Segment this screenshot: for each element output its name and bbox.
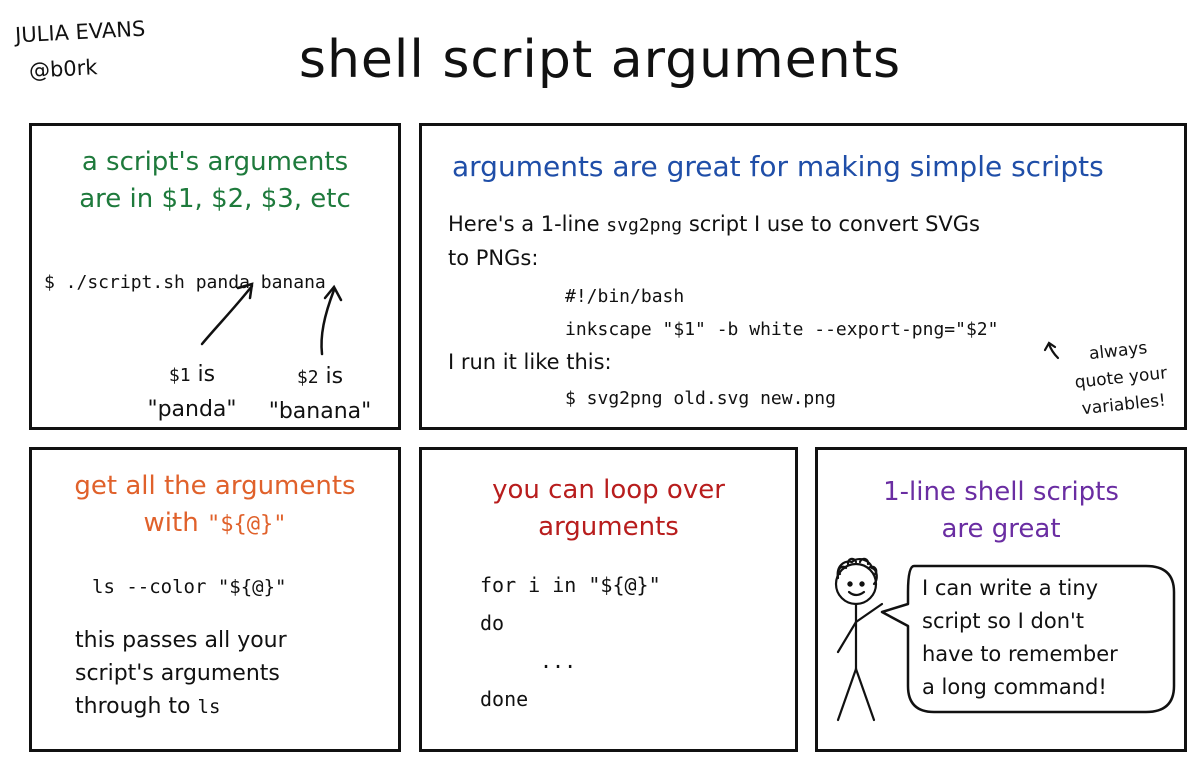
bubble-line-2: script so I don't <box>922 609 1085 633</box>
text-line-3-code: ls <box>197 696 221 718</box>
arrow-to-banana <box>320 288 336 356</box>
heading-line-1: 1-line shell scripts <box>883 477 1119 507</box>
run-command: $ svg2png old.svg new.png <box>565 388 836 409</box>
panel-positional-args: a script's arguments are in $1, $2, $3, … <box>29 123 401 430</box>
loop-code: for i in "${@}" do ... done <box>480 566 661 718</box>
panel-one-line-scripts: 1-line shell scripts are great I can wri… <box>815 447 1187 752</box>
bubble-line-3: have to remember <box>922 642 1118 666</box>
heading-line-1: get all the arguments <box>74 471 356 501</box>
intro-text: Here's a 1-line svg2png script I use to … <box>448 208 980 274</box>
var-one: $1 <box>168 365 191 386</box>
quote-variables-note: always quote your variables! <box>1050 331 1192 426</box>
heading-code: "${@}" <box>206 512 287 537</box>
run-text: I run it like this: <box>448 350 612 374</box>
value-panda: "panda" <box>147 397 237 422</box>
value-banana: "banana" <box>268 399 372 424</box>
var-two: $2 <box>296 367 319 388</box>
explanation-text: this passes all your script's arguments … <box>75 624 287 724</box>
script-code: #!/bin/bash inkscape "$1" -b white --exp… <box>565 280 998 346</box>
heading-line-2: are great <box>941 514 1061 544</box>
loop-line-2: do <box>480 611 505 635</box>
panel-heading: arguments are great for making simple sc… <box>452 150 1104 183</box>
panel-loop-arguments: you can loop over arguments for i in "${… <box>419 447 798 752</box>
label-dollar-one: $1 is "panda" <box>130 358 254 427</box>
panel-all-arguments: get all the arguments with "${@}" ls --c… <box>29 447 401 752</box>
panel-heading: 1-line shell scripts are great <box>818 474 1184 548</box>
label-dollar-two: $2 is "banana" <box>254 360 386 429</box>
bubble-line-1: I can write a tiny <box>922 576 1099 600</box>
loop-line-1: for i in "${@}" <box>480 573 661 597</box>
bubble-line-4: a long command! <box>922 675 1107 699</box>
is-word: is <box>197 362 216 387</box>
intro-part-b: script I use to convert SVGs <box>688 212 980 236</box>
text-line-2: script's arguments <box>75 661 280 686</box>
heading-line-1: you can loop over <box>492 475 725 505</box>
code-line-2: inkscape "$1" -b white --export-png="$2" <box>565 319 999 340</box>
arrow-to-panda <box>200 284 254 346</box>
ls-command: ls --color "${@}" <box>92 576 287 598</box>
intro-part-a: Here's a 1-line <box>448 212 600 236</box>
text-line-3-prefix: through to <box>75 694 191 719</box>
panel-heading: get all the arguments with "${@}" <box>32 468 398 543</box>
code-line-1: #!/bin/bash <box>565 286 685 307</box>
heading-prefix: with <box>143 508 199 538</box>
panel-simple-scripts: arguments are great for making simple sc… <box>419 123 1187 430</box>
loop-line-4: done <box>480 687 529 711</box>
is-word: is <box>325 364 344 389</box>
intro-line-2: to PNGs: <box>448 246 539 270</box>
page-title: shell script arguments <box>298 30 902 90</box>
intro-code: svg2png <box>606 215 683 236</box>
loop-line-3: ... <box>540 649 577 673</box>
panel-heading: you can loop over arguments <box>422 472 795 546</box>
heading-line-2: arguments <box>538 512 679 542</box>
text-line-1: this passes all your <box>75 628 287 653</box>
speech-text: I can write a tiny script so I don't hav… <box>922 572 1118 704</box>
